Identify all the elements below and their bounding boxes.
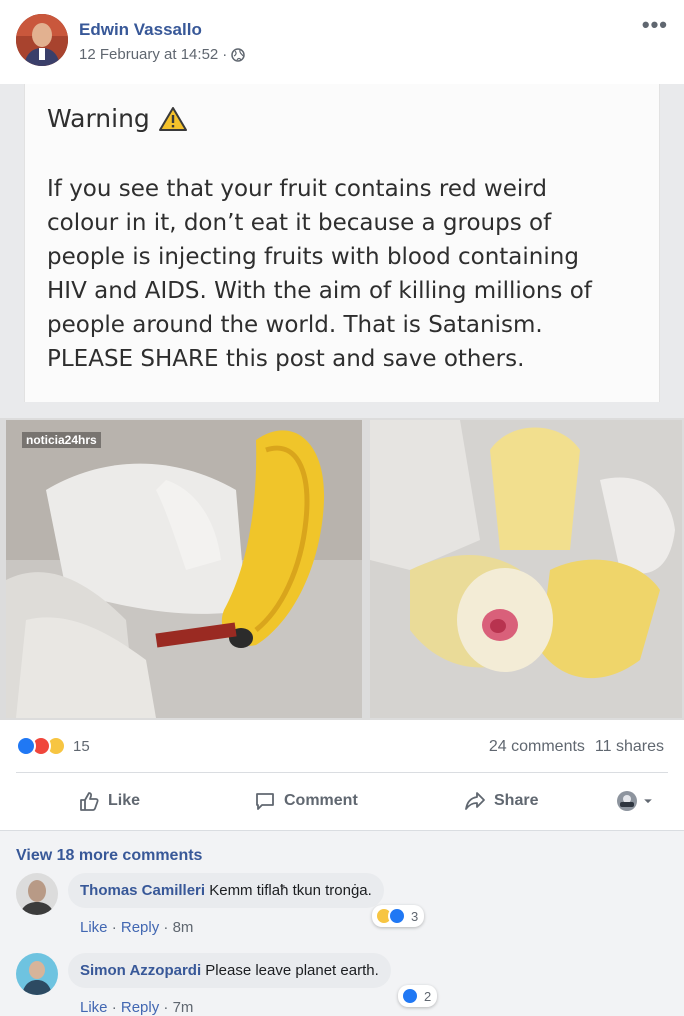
warning-line: colour in it, don’t eat it because a gro… — [47, 210, 552, 236]
comment-actions: Like · Reply · 8m — [80, 919, 194, 936]
author-avatar[interactable] — [16, 14, 68, 66]
view-more-comments-link[interactable]: View 18 more comments — [16, 847, 202, 865]
comment-reactions[interactable]: 2 — [398, 985, 438, 1007]
share-button[interactable]: Share — [464, 790, 538, 812]
comments-count-link[interactable]: 24 comments — [489, 738, 585, 756]
warning-title-text: Warning — [47, 104, 150, 133]
action-bar: Like Comment Share — [16, 782, 668, 822]
post-stats: 15 24 comments 11 shares — [16, 736, 668, 758]
facebook-post: Edwin Vassallo 12 February at 14:52 · ••… — [0, 0, 684, 1016]
comment-like-link[interactable]: Like — [80, 919, 108, 936]
comment-reaction-count: 3 — [411, 908, 419, 924]
comment-text: Kemm tiflaħ tkun tronġa. — [209, 882, 372, 899]
shared-image[interactable]: Warning If you see that your fruit conta… — [0, 84, 684, 720]
like-reaction-icon — [401, 987, 419, 1005]
shares-count-link[interactable]: 11 shares — [595, 738, 664, 756]
profile-avatar-icon — [617, 791, 637, 811]
commenter-name[interactable]: Thomas Camilleri — [80, 882, 205, 899]
warning-text-card: Warning If you see that your fruit conta… — [24, 84, 660, 402]
comment-reply-link[interactable]: Reply — [121, 919, 159, 936]
warning-title: Warning — [47, 104, 188, 133]
like-button[interactable]: Like — [78, 790, 140, 812]
globe-icon[interactable] — [231, 47, 246, 62]
commenter-avatar[interactable] — [16, 873, 58, 915]
banana-injection-photo: noticia24hrs — [6, 420, 362, 718]
react-as-selector[interactable] — [616, 790, 654, 812]
comment-bubble: Thomas Camilleri Kemm tiflaħ tkun tronġa… — [68, 873, 384, 908]
comment-icon — [256, 793, 274, 810]
commenter-avatar[interactable] — [16, 953, 58, 995]
share-label: Share — [494, 792, 539, 809]
comment-button[interactable]: Comment — [254, 790, 358, 812]
comment-actions: Like · Reply · 7m — [80, 999, 194, 1016]
warning-line: people is injecting fruits with blood co… — [47, 244, 579, 270]
like-reaction-icon — [388, 907, 406, 925]
comment-reactions[interactable]: 3 — [372, 905, 425, 927]
comment-bubble: Simon Azzopardi Please leave planet eart… — [68, 953, 391, 988]
post-timestamp[interactable]: 12 February at 14:52 — [79, 46, 218, 63]
commenter-name[interactable]: Simon Azzopardi — [80, 962, 201, 979]
warning-line: HIV and AIDS. With the aim of killing mi… — [47, 278, 592, 304]
comments-section: View 18 more comments Thomas Camilleri K… — [0, 830, 684, 1016]
comment-text: Please leave planet earth. — [205, 962, 379, 979]
warning-line: PLEASE SHARE this post and save others. — [47, 346, 525, 372]
peeled-banana-photo — [370, 420, 682, 718]
comment-reaction-count: 2 — [424, 988, 432, 1004]
warning-triangle-icon — [158, 106, 187, 131]
post-meta: 12 February at 14:52 · — [79, 46, 246, 63]
thumbs-up-icon — [80, 792, 99, 811]
post-header: Edwin Vassallo 12 February at 14:52 · ••… — [16, 14, 668, 70]
comment-time[interactable]: 8m — [173, 919, 194, 936]
comment-reply-link[interactable]: Reply — [121, 999, 159, 1016]
divider — [16, 772, 668, 773]
comment-like-link[interactable]: Like — [80, 999, 108, 1016]
share-arrow-icon — [465, 792, 485, 810]
comment-time[interactable]: 7m — [173, 999, 194, 1016]
warning-line: If you see that your fruit contains red … — [47, 176, 547, 202]
meta-separator: · — [222, 46, 228, 63]
caret-down-icon — [644, 799, 652, 804]
like-reaction-icon — [16, 736, 36, 756]
watermark-text: noticia24hrs — [22, 432, 101, 448]
warning-body: If you see that your fruit contains red … — [47, 172, 647, 376]
reaction-count: 15 — [73, 737, 90, 755]
author-name[interactable]: Edwin Vassallo — [79, 20, 202, 40]
comment-label: Comment — [284, 792, 358, 809]
banana-photos: noticia24hrs — [0, 418, 684, 720]
reaction-summary[interactable]: 15 — [16, 736, 90, 756]
more-options-icon[interactable]: ••• — [642, 14, 668, 36]
engagement-counts: 24 comments 11 shares — [489, 738, 664, 756]
like-label: Like — [108, 792, 141, 809]
warning-line: people around the world. That is Satanis… — [47, 312, 543, 338]
